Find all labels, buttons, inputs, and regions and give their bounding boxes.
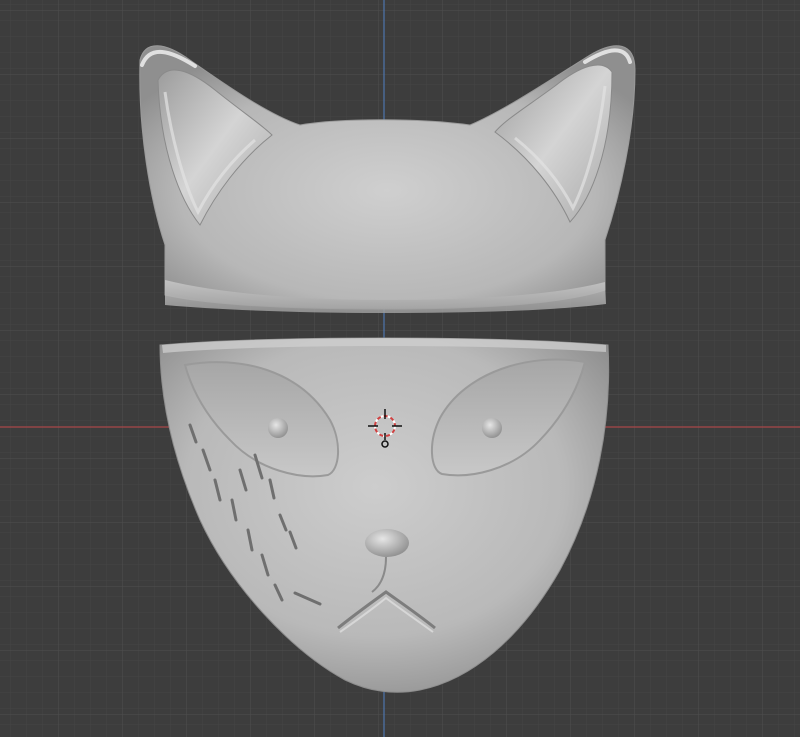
right-eye-knob [482,418,502,438]
3d-viewport[interactable] [0,0,800,737]
nose-icon [365,529,409,557]
left-eye-knob [268,418,288,438]
